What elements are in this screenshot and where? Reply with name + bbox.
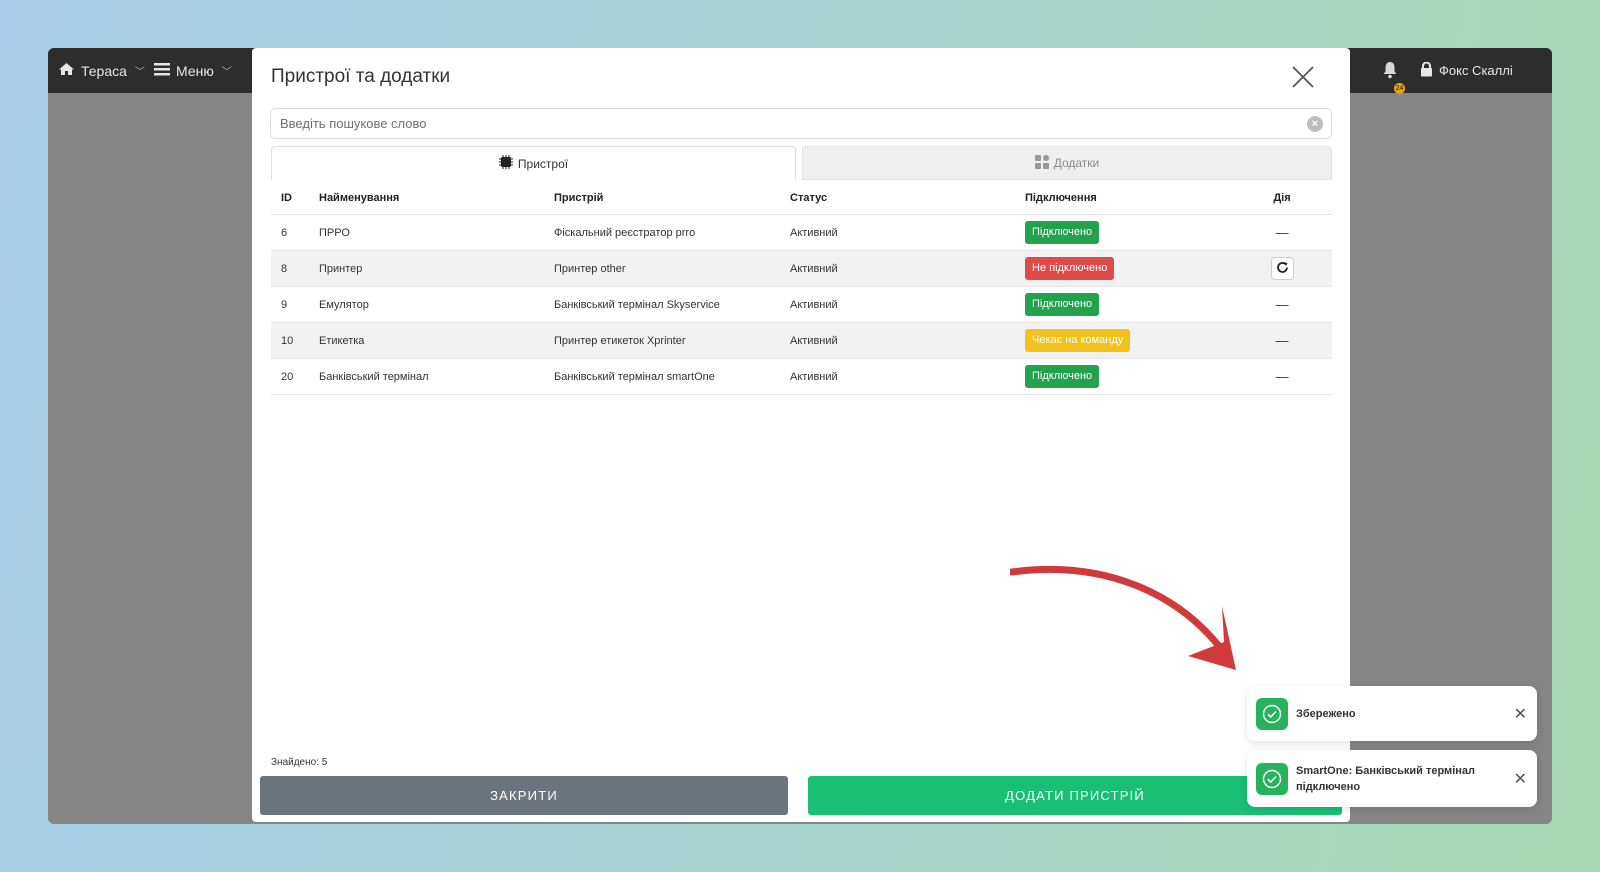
no-action: —	[1275, 225, 1289, 240]
tab-apps-label: Додатки	[1053, 156, 1100, 170]
chevron-down-icon: ﹀	[221, 67, 232, 78]
cell-name: Емулятор	[319, 298, 369, 311]
modal-title: Пристрої та додатки	[271, 66, 451, 87]
cell-device: Принтер етикеток Xprinter	[554, 334, 686, 347]
location-label: Тераса	[81, 62, 127, 79]
chevron-down-icon: ﹀	[134, 67, 145, 78]
connection-badge: Чекає на команду	[1025, 329, 1131, 352]
column-header-action: Дія	[1273, 191, 1291, 204]
connection-badge: Підключено	[1025, 293, 1100, 316]
table-row[interactable]: 10 Етикетка Принтер етикеток Xprinter Ак…	[271, 323, 1332, 359]
tab-apps[interactable]: Додатки	[802, 146, 1332, 180]
column-header-name[interactable]: Найменування	[319, 181, 399, 214]
search-field: ×	[270, 108, 1332, 139]
cell-action: —	[1264, 323, 1300, 358]
cell-id: 20	[281, 370, 294, 383]
tab-devices-label: Пристрої	[517, 156, 569, 171]
close-button[interactable]: ЗАКРИТИ	[260, 776, 788, 815]
close-icon[interactable]	[1288, 62, 1318, 92]
cell-action: —	[1264, 287, 1300, 322]
results-count: Знайдено: 5	[271, 757, 328, 768]
cell-connection: Не підключено	[1025, 251, 1115, 286]
cell-device: Банківський термінал smartOne	[554, 370, 715, 383]
home-icon	[58, 62, 75, 79]
cell-status: Активний	[790, 262, 838, 275]
lock-icon	[1420, 61, 1433, 80]
close-icon[interactable]: ✕	[1514, 769, 1527, 789]
hamburger-icon	[154, 62, 170, 79]
cell-id: 8	[281, 262, 288, 275]
connection-badge: Підключено	[1025, 365, 1100, 388]
clear-search-icon[interactable]: ×	[1307, 116, 1323, 132]
cell-name: Принтер	[319, 262, 363, 275]
cell-connection: Підключено	[1025, 215, 1100, 250]
notification-count-badge: 24	[1394, 82, 1405, 94]
cell-action	[1264, 251, 1300, 286]
toast-message: Збережено	[1296, 707, 1356, 720]
table-row[interactable]: 9 Емулятор Банківський термінал Skyservi…	[271, 287, 1332, 323]
cell-id: 10	[281, 334, 294, 347]
cell-id: 6	[281, 226, 288, 239]
search-input[interactable]	[280, 109, 1280, 138]
column-header-device[interactable]: Пристрій	[554, 181, 603, 214]
toast-message: SmartOne: Банківський термінал підключен…	[1296, 764, 1475, 793]
connection-badge: Не підключено	[1025, 257, 1115, 280]
no-action: —	[1275, 333, 1289, 348]
notifications-button[interactable]: 24	[1382, 48, 1405, 94]
chip-icon	[498, 155, 513, 172]
check-circle-icon	[1256, 697, 1288, 730]
cell-connection: Чекає на команду	[1025, 323, 1131, 358]
menu-label: Меню	[176, 62, 214, 79]
cell-device: Банківський термінал Skyservice	[554, 298, 720, 311]
cell-connection: Підключено	[1025, 359, 1100, 394]
cell-action: —	[1264, 215, 1300, 250]
cell-name: Етикетка	[319, 334, 365, 347]
cell-status: Активний	[790, 298, 838, 311]
cell-device: Принтер other	[554, 262, 626, 275]
toast-connected: SmartOne: Банківський термінал підключен…	[1247, 750, 1537, 807]
grid-icon	[1034, 154, 1049, 172]
cell-status: Активний	[790, 226, 838, 239]
connection-badge: Підключено	[1025, 221, 1100, 244]
close-icon[interactable]: ✕	[1514, 704, 1527, 724]
cell-action: —	[1264, 359, 1300, 394]
no-action: —	[1275, 369, 1289, 384]
column-header-status[interactable]: Статус	[790, 181, 827, 214]
cell-connection: Підключено	[1025, 287, 1100, 322]
cell-name: Банківський термінал	[319, 370, 429, 383]
table-row[interactable]: 6 ПРРО Фіскальний реєстратор prro Активн…	[271, 215, 1332, 251]
cell-device: Фіскальний реєстратор prro	[554, 226, 696, 239]
cell-status: Активний	[790, 370, 838, 383]
toast-saved: Збережено ✕	[1247, 686, 1537, 741]
check-circle-icon	[1256, 762, 1288, 795]
column-header-id[interactable]: ID	[281, 181, 292, 214]
cell-id: 9	[281, 298, 288, 311]
devices-modal: Пристрої та додатки × Пристрої Додатки I…	[252, 48, 1350, 822]
column-header-connection[interactable]: Підключення	[1025, 181, 1097, 214]
location-selector[interactable]: Тераса ﹀	[58, 48, 145, 93]
bell-icon: 24	[1382, 61, 1405, 94]
menu-button[interactable]: Меню ﹀	[154, 48, 232, 93]
refresh-icon	[1276, 261, 1289, 277]
reconnect-button[interactable]	[1270, 257, 1294, 280]
table-row[interactable]: 8 Принтер Принтер other Активний Не підк…	[271, 251, 1332, 287]
user-name: Фокс Скаллі	[1439, 63, 1513, 78]
table-row[interactable]: 20 Банківський термінал Банківський терм…	[271, 359, 1332, 395]
tab-devices[interactable]: Пристрої	[271, 146, 796, 180]
devices-table: ID Найменування Пристрій Статус Підключе…	[271, 181, 1332, 395]
user-menu[interactable]: Фокс Скаллі	[1420, 48, 1513, 93]
no-action: —	[1275, 297, 1289, 312]
cell-status: Активний	[790, 334, 838, 347]
cell-name: ПРРО	[319, 226, 350, 239]
table-header: ID Найменування Пристрій Статус Підключе…	[271, 181, 1332, 215]
annotation-arrow	[1010, 566, 1236, 670]
